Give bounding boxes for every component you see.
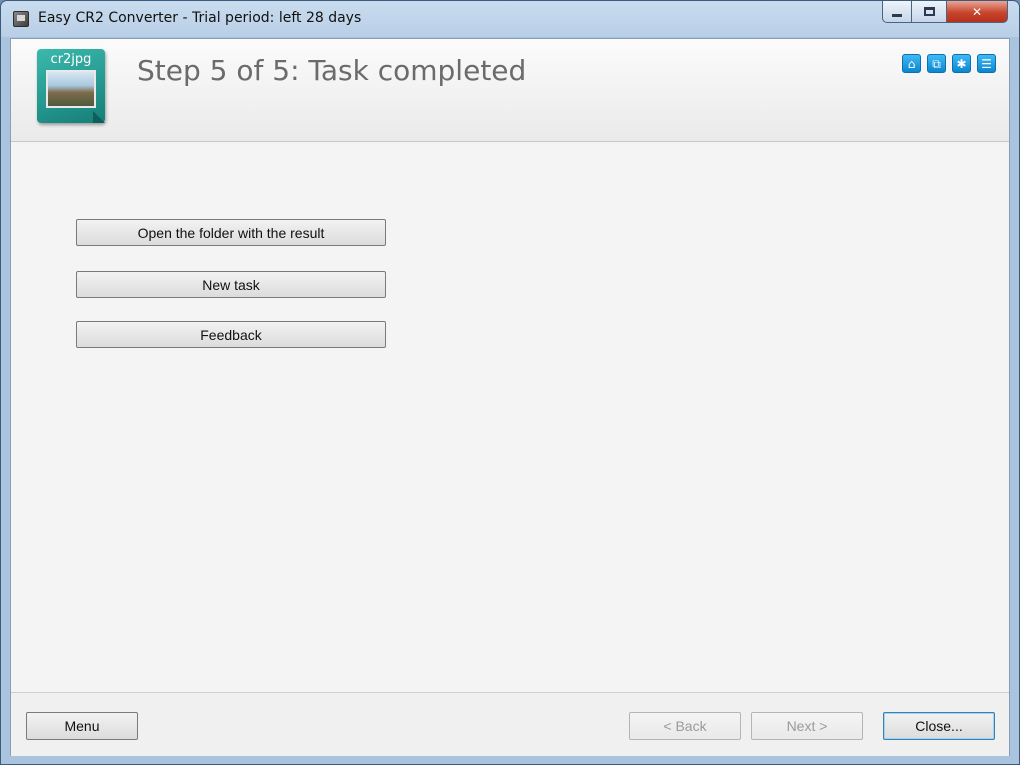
close-icon: ✕: [971, 4, 983, 19]
back-button[interactable]: < Back: [629, 712, 741, 740]
open-result-folder-button[interactable]: Open the folder with the result: [76, 219, 386, 246]
logo-label: cr2jpg: [50, 52, 92, 67]
client-area: cr2jpg Step 5 of 5: Task completed ⌂ ⧉ ✱…: [10, 38, 1010, 756]
application-window: Easy CR2 Converter - Trial period: left …: [0, 0, 1020, 765]
maximize-icon: [923, 7, 935, 16]
logo-page-fold: [93, 111, 105, 123]
contact-card-icon[interactable]: ☰: [977, 54, 996, 73]
close-button[interactable]: Close...: [883, 712, 995, 740]
minimize-icon: [892, 14, 902, 17]
settings-gear-icon[interactable]: ✱: [952, 54, 971, 73]
wizard-header: cr2jpg Step 5 of 5: Task completed ⌂ ⧉ ✱…: [11, 39, 1009, 142]
app-logo: cr2jpg: [37, 49, 105, 123]
app-icon[interactable]: [13, 11, 29, 27]
maximize-button[interactable]: [912, 1, 947, 23]
network-icon[interactable]: ⧉: [927, 54, 946, 73]
home-icon[interactable]: ⌂: [902, 54, 921, 73]
new-task-button[interactable]: New task: [76, 271, 386, 298]
next-button[interactable]: Next >: [751, 712, 863, 740]
close-window-button[interactable]: ✕: [947, 1, 1008, 23]
title-bar[interactable]: Easy CR2 Converter - Trial period: left …: [1, 1, 1019, 38]
logo-photo-thumbnail: [46, 70, 96, 108]
wizard-footer: Menu < Back Next > Close...: [11, 692, 1009, 756]
page-title: Step 5 of 5: Task completed: [137, 54, 527, 87]
feedback-button[interactable]: Feedback: [76, 321, 386, 348]
window-title: Easy CR2 Converter - Trial period: left …: [38, 10, 362, 26]
menu-button[interactable]: Menu: [26, 712, 138, 740]
minimize-button[interactable]: [882, 1, 912, 23]
header-toolbar: ⌂ ⧉ ✱ ☰: [902, 54, 996, 73]
